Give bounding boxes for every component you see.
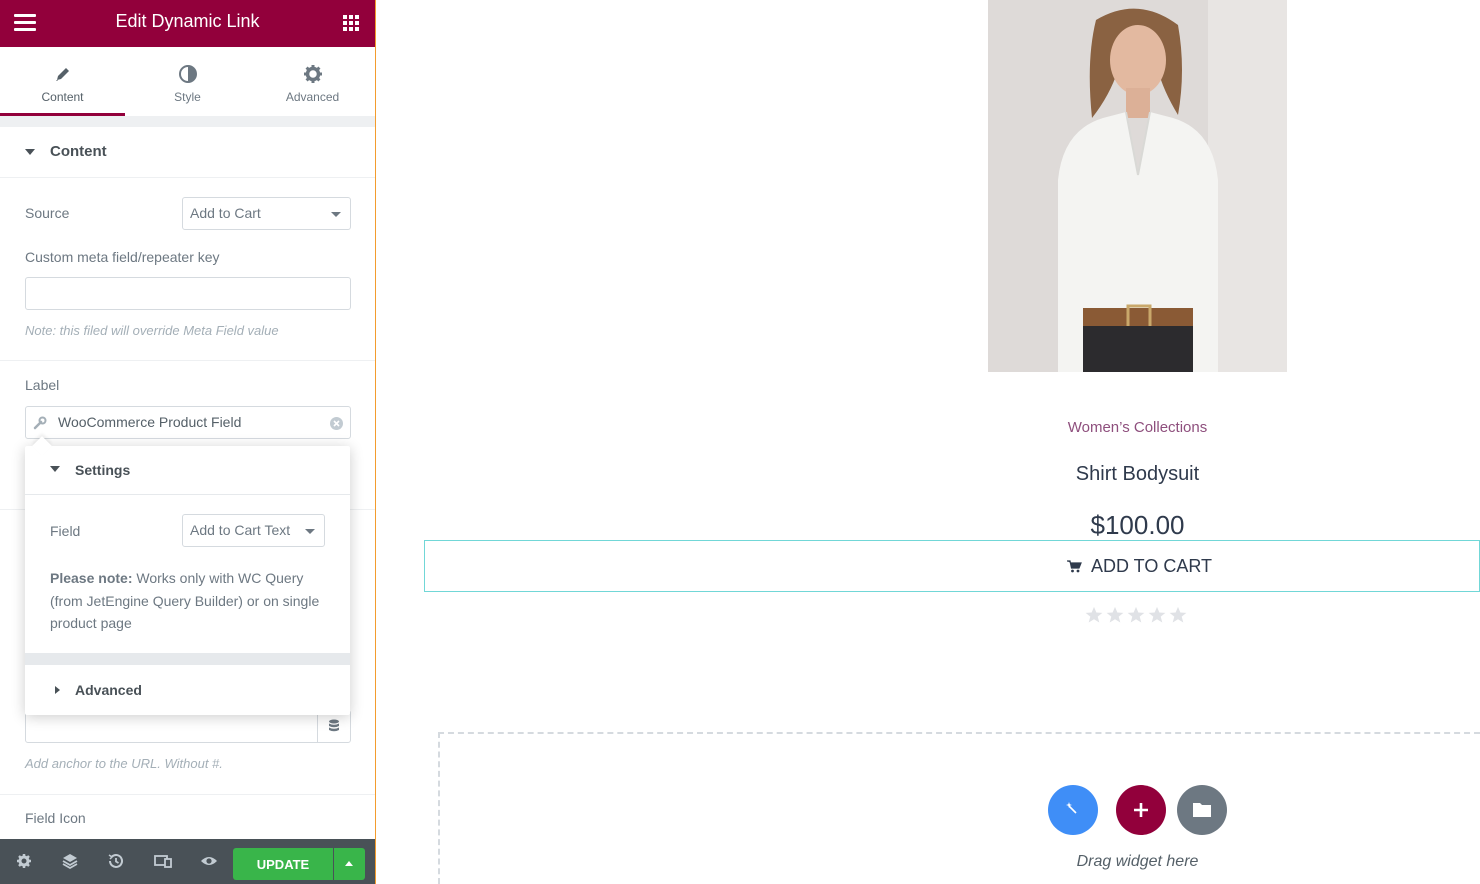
magic-wand-icon: [1066, 802, 1077, 814]
preview-eye-icon[interactable]: [199, 851, 219, 871]
chevron-up-icon: [345, 861, 353, 866]
popover-advanced-header[interactable]: Advanced: [25, 665, 350, 715]
add-to-cart-label: ADD TO CART: [1091, 556, 1213, 576]
product-rating: [1085, 606, 1195, 628]
popover-divider: [25, 653, 350, 665]
history-icon[interactable]: [106, 851, 126, 871]
remove-tag-icon[interactable]: [329, 416, 344, 431]
star-icon: [1148, 606, 1166, 623]
chevron-down-icon: [331, 212, 341, 217]
popover-settings-title: Settings: [75, 462, 131, 478]
content-section-header[interactable]: Content: [0, 127, 375, 177]
product-category-link[interactable]: Women’s Collections: [988, 419, 1287, 436]
half-circle-icon: [178, 65, 197, 83]
panel-tabs: Content Style Advanced: [0, 47, 375, 116]
database-icon: [329, 719, 339, 732]
product-price: $100.00: [1090, 510, 1185, 540]
drop-zone-label: Drag widget here: [1076, 853, 1199, 870]
source-label: Source: [25, 205, 70, 221]
label-dynamic-value: WooCommerce Product Field: [58, 414, 242, 430]
popover-note-strong: Please note:: [50, 570, 133, 586]
star-icon: [1127, 606, 1145, 623]
field-icon-controls: Field Icon: [0, 795, 375, 839]
star-icon: [1106, 606, 1124, 623]
widgets-grid-icon[interactable]: [343, 15, 359, 31]
star-icon: [1169, 606, 1187, 623]
section-title: Content: [50, 143, 107, 160]
save-options-button[interactable]: [334, 848, 365, 880]
tab-content[interactable]: Content: [0, 47, 125, 116]
responsive-icon[interactable]: [153, 851, 173, 871]
wrench-icon: [33, 416, 47, 430]
panel-title: Edit Dynamic Link: [115, 11, 260, 31]
chevron-down-icon: [305, 529, 315, 534]
caret-down-icon: [50, 466, 60, 472]
product-name: Shirt Bodysuit: [1075, 463, 1200, 485]
plus-icon: [1134, 803, 1148, 817]
source-select[interactable]: Add to Cart: [182, 197, 351, 230]
update-button[interactable]: UPDATE: [233, 848, 333, 880]
field-icon-label: Field Icon: [25, 810, 86, 826]
meta-key-label: Custom meta field/repeater key: [25, 249, 220, 265]
preview-canvas: Women’s Collections Shirt Bodysuit $100.…: [377, 0, 1480, 884]
dynamic-link-widget[interactable]: ADD TO CART: [424, 540, 1480, 592]
widget-drop-zone[interactable]: [438, 732, 1480, 884]
add-section-button[interactable]: [1116, 785, 1166, 835]
tab-advanced[interactable]: Advanced: [250, 47, 375, 116]
tab-style-label: Style: [174, 90, 201, 104]
popover-field-value: Add to Cart Text: [190, 522, 291, 538]
popover-note: Please note: Works only with WC Query (f…: [50, 567, 330, 635]
star-icon: [1085, 606, 1103, 623]
cart-icon: [1067, 560, 1082, 573]
caret-right-icon: [55, 686, 60, 694]
label-dynamic-tag[interactable]: WooCommerce Product Field: [25, 406, 351, 439]
source-select-value: Add to Cart: [190, 205, 261, 221]
settings-icon[interactable]: [14, 851, 34, 871]
pencil-icon: [55, 68, 69, 81]
tab-advanced-label: Advanced: [285, 90, 340, 104]
dynamic-tag-settings-popover: Settings Field Add to Cart Text Please n…: [25, 446, 350, 715]
gear-icon: [303, 65, 322, 83]
folder-icon: [1193, 803, 1211, 817]
product-image: [988, 0, 1287, 372]
label-label: Label: [25, 377, 60, 393]
anchor-note: Add anchor to the URL. Without #.: [25, 756, 223, 771]
tab-content-label: Content: [41, 90, 84, 104]
source-controls: Source Add to Cart Custom meta field/rep…: [0, 178, 375, 360]
popover-settings-header[interactable]: Settings: [25, 446, 350, 495]
popover-advanced-title: Advanced: [75, 682, 142, 698]
dynamic-tags-button[interactable]: [317, 711, 350, 742]
panel-header: Edit Dynamic Link: [0, 0, 375, 47]
meta-note: Note: this filed will override Meta Fiel…: [25, 323, 279, 338]
ai-magic-button[interactable]: [1048, 785, 1098, 835]
tab-style[interactable]: Style: [125, 47, 250, 116]
caret-down-icon: [25, 149, 35, 155]
editor-panel: Edit Dynamic Link Content Style Advanced…: [0, 0, 376, 884]
popover-field-label: Field: [50, 523, 81, 539]
popover-field-select[interactable]: Add to Cart Text: [182, 514, 325, 547]
layers-icon[interactable]: [60, 851, 80, 871]
meta-key-input[interactable]: [25, 277, 351, 310]
add-template-button[interactable]: [1177, 785, 1227, 835]
